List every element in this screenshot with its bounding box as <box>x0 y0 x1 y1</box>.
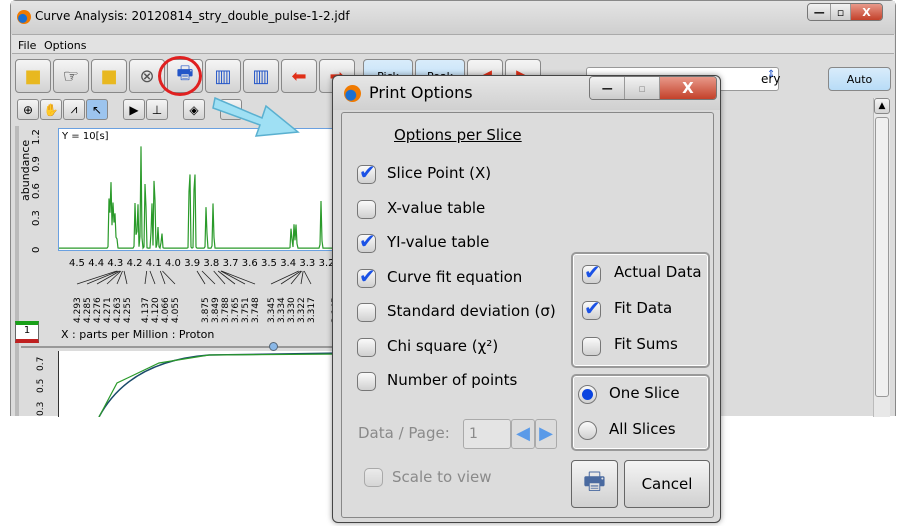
dialog-maximize-button[interactable]: ▫ <box>625 77 660 99</box>
peak-label: 4.120 <box>151 297 161 323</box>
option-label: X-value table <box>387 198 486 217</box>
peak-leader-lines <box>76 270 338 285</box>
spinner-arrows-icon[interactable]: ⇕ <box>767 69 775 80</box>
peak-label: 3.330 <box>287 297 297 323</box>
peak-label: 4.285 <box>83 297 93 323</box>
peak-label: 3.748 <box>251 297 261 323</box>
data-option-checkbox[interactable] <box>582 296 601 320</box>
peak-label: 3.875 <box>201 297 211 323</box>
option-checkbox[interactable] <box>357 160 376 184</box>
peak-label: 4.293 <box>73 297 83 323</box>
splitter[interactable] <box>21 346 343 348</box>
peak-label: 3.849 <box>211 297 221 323</box>
scroll-up-icon[interactable]: ▲ <box>874 98 890 114</box>
dialog-panel: Options per Slice Slice Point (X) X-value… <box>341 112 714 518</box>
dialog-close-button[interactable]: X <box>659 77 716 99</box>
decrement-left-icon[interactable]: ◀ <box>511 419 535 449</box>
option-label: Chi square (χ²) <box>387 336 499 355</box>
dialog-title: Print Options <box>369 83 473 102</box>
data-per-page-label: Data / Page: <box>358 424 450 442</box>
slice-option-label: All Slices <box>609 420 676 438</box>
peak-label: 3.788 <box>221 297 231 323</box>
window-controls: — ▫ X <box>807 3 883 21</box>
peak-label: 4.255 <box>123 297 133 323</box>
option-checkbox[interactable] <box>357 199 376 219</box>
scroll-thumb[interactable] <box>875 117 889 397</box>
peak-label: 3.765 <box>231 297 241 323</box>
app-logo-icon <box>344 85 361 102</box>
auto-button[interactable]: Auto <box>828 67 891 91</box>
vertical-scrollbar[interactable]: ▲ <box>873 98 890 417</box>
cancel-button[interactable]: Cancel <box>624 460 710 508</box>
pointer-arrow-icon <box>212 96 300 137</box>
option-label: Number of points <box>387 371 518 389</box>
lower-y-tick: 0.5 <box>36 378 46 393</box>
scale-to-view-label: Scale to view <box>392 468 492 486</box>
option-label: Standard deviation (σ) <box>387 302 556 320</box>
data-option-label: Fit Sums <box>614 335 678 353</box>
fit-curve-line <box>98 352 345 418</box>
option-label: Slice Point (X) <box>387 164 492 182</box>
data-option-label: Fit Data <box>614 299 673 317</box>
peak-label: 4.055 <box>171 297 181 323</box>
option-checkbox[interactable] <box>357 337 376 357</box>
data-options-group: Actual Data Fit Data Fit Sums <box>571 252 710 368</box>
peak-label: 4.276 <box>93 297 103 323</box>
actual-curve-line <box>98 353 345 418</box>
data-option-label: Actual Data <box>614 263 702 281</box>
option-label: YI-value table <box>387 233 490 251</box>
data-option-checkbox[interactable] <box>582 260 601 284</box>
minimize-button[interactable]: — <box>808 4 832 20</box>
printer-icon: 🖶 <box>583 466 606 495</box>
close-button[interactable]: X <box>850 4 882 20</box>
slice-options-group: One Slice All Slices <box>571 374 710 451</box>
peak-label: 4.066 <box>161 297 171 323</box>
print-button[interactable]: 🖶 <box>571 460 618 508</box>
data-option-checkbox[interactable] <box>582 337 601 356</box>
peak-label: 4.271 <box>103 297 113 323</box>
peak-label: 4.263 <box>113 297 123 323</box>
peak-label: 4.137 <box>141 297 151 323</box>
highlight-circle <box>158 56 202 96</box>
options-heading: Options per Slice <box>394 126 522 144</box>
splitter-handle[interactable] <box>269 342 278 351</box>
option-checkbox[interactable] <box>357 303 376 322</box>
maximize-button[interactable]: ▫ <box>831 4 851 20</box>
slice-option-radio[interactable] <box>578 421 597 440</box>
option-checkbox[interactable] <box>357 229 376 253</box>
slice-option-radio[interactable] <box>578 385 597 404</box>
scale-to-view-checkbox[interactable] <box>364 468 383 487</box>
slice-option-label: One Slice <box>609 384 680 402</box>
peak-label: 3.345 <box>267 297 277 323</box>
dialog-window-controls: — ▫ X <box>589 76 717 100</box>
increment-right-icon[interactable]: ▶ <box>535 419 557 449</box>
peak-label: 3.751 <box>241 297 251 323</box>
peak-label: 3.317 <box>307 297 317 323</box>
dialog-title-bar: Print Options — ▫ X <box>333 76 720 110</box>
x-axis-label: X : parts per Million : Proton <box>61 328 215 341</box>
lower-y-tick: 0.7 <box>36 356 46 371</box>
data-per-page-input[interactable]: 1 <box>463 419 511 449</box>
fit-curve-plot[interactable] <box>58 351 345 418</box>
lower-y-tick: 0.3 <box>36 401 46 416</box>
peak-label: 3.322 <box>297 297 307 323</box>
slice-number-box[interactable]: 1 <box>15 321 39 343</box>
print-options-dialog: Print Options — ▫ X Options per Slice Sl… <box>332 75 721 523</box>
option-checkbox[interactable] <box>357 264 376 288</box>
peak-label: 3.334 <box>277 297 287 323</box>
dialog-minimize-button[interactable]: — <box>590 77 626 99</box>
option-label: Curve fit equation <box>387 267 523 286</box>
option-checkbox[interactable] <box>357 372 376 391</box>
